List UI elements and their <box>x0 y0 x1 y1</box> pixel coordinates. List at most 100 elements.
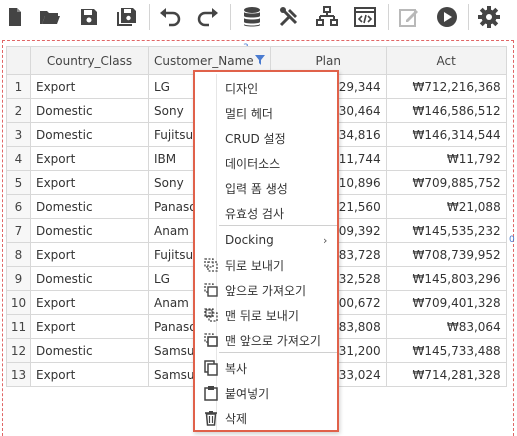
submenu-arrow-icon: › <box>323 233 328 247</box>
cell-act[interactable]: ₩146,314,544 <box>385 122 507 147</box>
tools-icon[interactable] <box>277 5 301 29</box>
column-header-label: Customer_Name <box>154 53 254 68</box>
menu-item-6[interactable]: 유효성 검사 <box>195 201 337 225</box>
row-number: 8 <box>6 242 31 267</box>
menu-item-label: 삭제 <box>225 411 248 426</box>
menu-item-5[interactable]: 입력 폼 생성 <box>195 176 337 200</box>
cell-act[interactable]: ₩145,803,296 <box>385 266 507 291</box>
menu-item-1[interactable]: 디자인 <box>195 76 337 100</box>
send-to-back-icon <box>203 307 219 323</box>
menu-item-7[interactable]: Docking › <box>195 228 337 252</box>
column-header-act[interactable]: Act <box>385 46 507 75</box>
menu-item-9[interactable]: 앞으로 가져오기 <box>195 278 337 302</box>
toolbar-separator <box>468 4 469 30</box>
cell-act[interactable]: ₩709,401,328 <box>385 290 507 315</box>
cell-country-class[interactable]: Export <box>30 242 149 267</box>
cell-country-class[interactable]: Export <box>30 146 149 171</box>
main-toolbar <box>0 0 517 34</box>
menu-item-3[interactable]: CRUD 설정 <box>195 126 337 150</box>
menu-item-label: 입력 폼 생성 <box>225 181 288 196</box>
edit-icon[interactable] <box>397 5 421 29</box>
hierarchy-icon[interactable] <box>315 5 339 29</box>
code-icon[interactable] <box>353 5 377 29</box>
cell-act[interactable]: ₩709,885,752 <box>385 170 507 195</box>
menu-item-label: 맨 앞으로 가져오기 <box>225 333 321 348</box>
cell-act[interactable]: ₩145,733,488 <box>385 338 507 363</box>
settings-icon[interactable] <box>477 5 501 29</box>
cell-act[interactable]: ₩21,088 <box>385 194 507 219</box>
save-all-icon[interactable] <box>115 5 139 29</box>
row-number: 9 <box>6 266 31 291</box>
cell-act[interactable]: ₩83,064 <box>385 314 507 339</box>
cell-country-class[interactable]: Domestic <box>30 98 149 123</box>
cell-country-class[interactable]: Export <box>30 314 149 339</box>
row-number: 12 <box>6 338 31 363</box>
bring-to-front-icon <box>203 332 219 348</box>
cell-country-class[interactable]: Domestic <box>30 122 149 147</box>
row-number: 11 <box>6 314 31 339</box>
row-number: 4 <box>6 146 31 171</box>
menu-item-11[interactable]: 맨 앞으로 가져오기 <box>195 328 337 352</box>
new-document-icon[interactable] <box>3 5 27 29</box>
row-number: 13 <box>6 362 31 387</box>
toolbar-separator <box>149 4 150 30</box>
menu-item-13[interactable]: 붙여넣기 <box>195 381 337 405</box>
menu-item-label: 데이터소스 <box>225 156 281 171</box>
undo-icon[interactable] <box>158 5 182 29</box>
menu-item-label: Docking <box>225 233 274 247</box>
row-number: 3 <box>6 122 31 147</box>
cell-country-class[interactable]: Export <box>30 170 149 195</box>
cell-country-class[interactable]: Export <box>30 362 149 387</box>
row-number: 6 <box>6 194 31 219</box>
row-number: 2 <box>6 98 31 123</box>
cell-act[interactable]: ₩712,216,368 <box>385 74 507 99</box>
context-menu: 디자인멀티 헤더 CRUD 설정데이터소스입력 폼 생성유효성 검사 Docking… <box>193 70 339 432</box>
menu-item-label: 앞으로 가져오기 <box>225 283 307 298</box>
cell-act[interactable]: ₩714,281,328 <box>385 362 507 387</box>
toolbar-separator <box>388 4 389 30</box>
save-icon[interactable] <box>77 5 101 29</box>
open-folder-icon[interactable] <box>38 5 62 29</box>
cell-country-class[interactable]: Domestic <box>30 218 149 243</box>
cell-country-class[interactable]: Domestic <box>30 266 149 291</box>
menu-item-2[interactable]: 멀티 헤더 <box>195 101 337 125</box>
cell-act[interactable]: ₩145,535,232 <box>385 218 507 243</box>
delete-icon <box>203 410 219 426</box>
paste-icon <box>203 385 219 401</box>
filter-icon[interactable] <box>254 54 265 68</box>
menu-item-8[interactable]: 뒤로 보내기 <box>195 253 337 277</box>
menu-item-label: CRUD 설정 <box>225 131 286 146</box>
menu-item-label: 디자인 <box>225 81 259 96</box>
column-header-country-class[interactable]: Country_Class <box>30 46 149 75</box>
send-backward-icon <box>203 257 219 273</box>
row-number: 1 <box>6 74 31 99</box>
menu-item-12[interactable]: 복사 <box>195 356 337 380</box>
run-icon[interactable] <box>435 5 459 29</box>
cell-act[interactable]: ₩708,739,952 <box>385 242 507 267</box>
row-number: 5 <box>6 170 31 195</box>
cell-country-class[interactable]: Domestic <box>30 338 149 363</box>
menu-item-label: 붙여넣기 <box>225 386 270 401</box>
menu-item-4[interactable]: 데이터소스 <box>195 151 337 175</box>
cell-country-class[interactable]: Domestic <box>30 194 149 219</box>
menu-item-10[interactable]: 맨 뒤로 보내기 <box>195 303 337 327</box>
bring-forward-icon <box>203 282 219 298</box>
row-number: 10 <box>6 290 31 315</box>
menu-item-14[interactable]: 삭제 <box>195 406 337 430</box>
menu-item-label: 뒤로 보내기 <box>225 258 285 273</box>
copy-icon <box>203 360 219 376</box>
cell-country-class[interactable]: Export <box>30 74 149 99</box>
menu-item-label: 맨 뒤로 보내기 <box>225 308 299 323</box>
menu-item-label: 유효성 검사 <box>225 206 285 221</box>
cell-country-class[interactable]: Export <box>30 290 149 315</box>
row-number: 7 <box>6 218 31 243</box>
menu-separator <box>219 225 337 226</box>
cell-act[interactable]: ₩11,792 <box>385 146 507 171</box>
menu-item-label: 복사 <box>225 361 248 376</box>
menu-separator <box>219 352 337 353</box>
menu-item-label: 멀티 헤더 <box>225 106 273 121</box>
redo-icon[interactable] <box>196 5 220 29</box>
cell-act[interactable]: ₩146,586,512 <box>385 98 507 123</box>
toolbar-separator <box>230 4 231 30</box>
database-icon[interactable] <box>240 5 264 29</box>
